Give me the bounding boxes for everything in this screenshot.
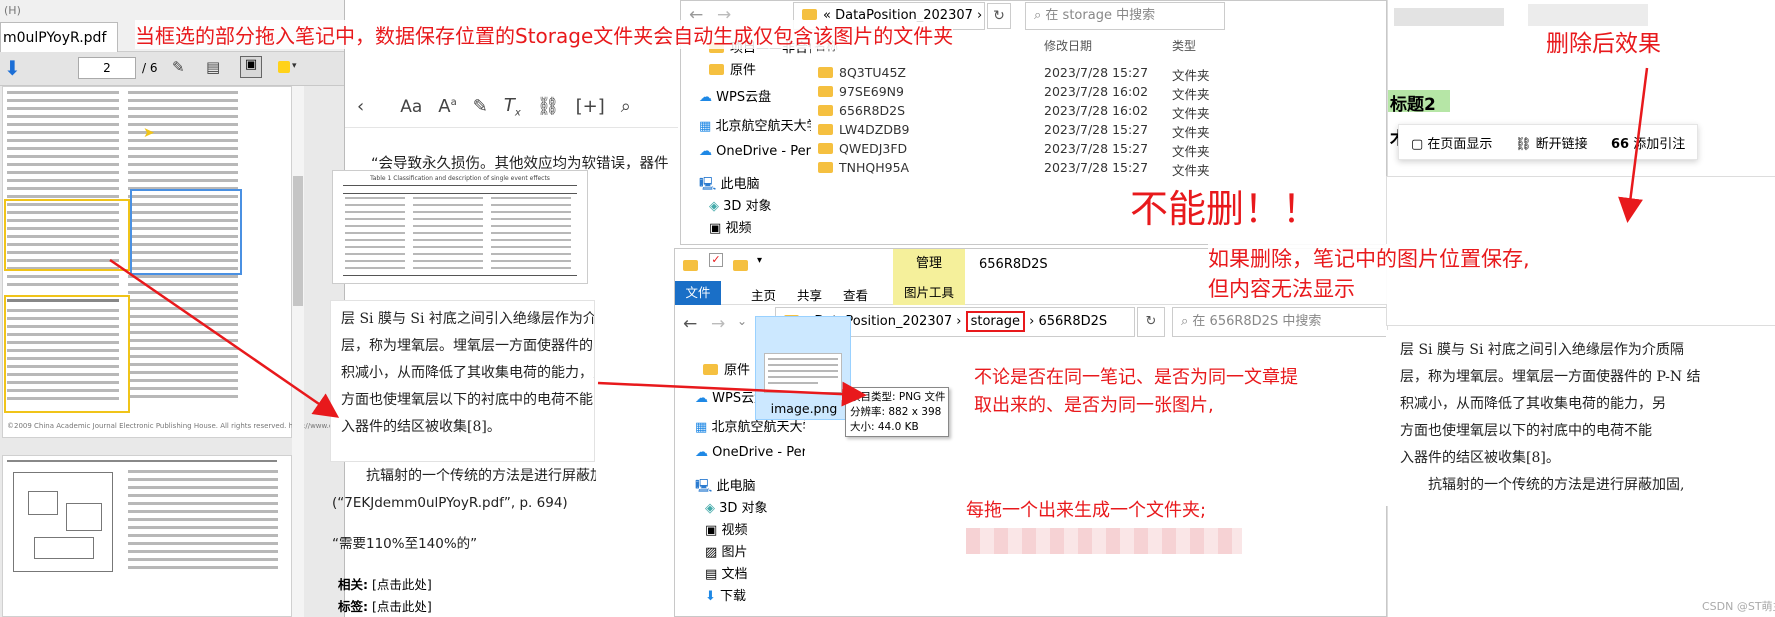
arrow	[1618, 67, 1649, 223]
arrow	[109, 258, 340, 418]
arrow	[597, 381, 867, 407]
annotation-arrows	[109, 67, 1649, 418]
